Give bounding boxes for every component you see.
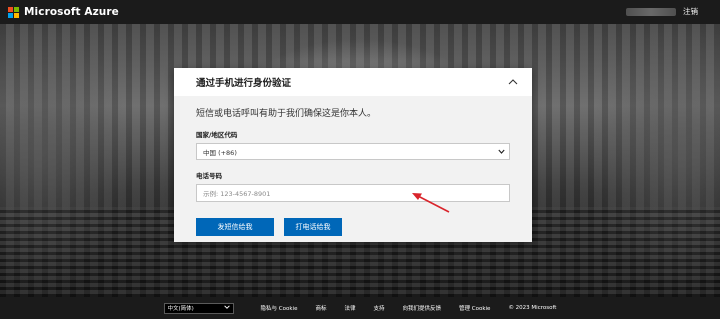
footer-link-feedback[interactable]: 向我们提供反馈 [403, 304, 442, 312]
footer-link-privacy[interactable]: 隐私与 Cookie [261, 304, 298, 312]
dialog-intro-text: 短信或电话呼叫有助于我们确保这是你本人。 [196, 109, 377, 119]
language-select[interactable]: 中文(简体) [163, 302, 234, 314]
footer-link-legal[interactable]: 法律 [344, 304, 355, 312]
microsoft-logo [8, 6, 19, 18]
country-code-select[interactable]: 中国 (+86) [196, 143, 510, 160]
chevron-up-icon[interactable] [506, 75, 520, 89]
verify-phone-dialog: 通过手机进行身份验证 短信或电话呼叫有助于我们确保这是你本人。 国家/地区代码 … [174, 68, 532, 242]
phone-number-label: 电话号码 [196, 172, 222, 180]
sign-out-link[interactable]: 注销 [683, 6, 698, 17]
copyright: © 2023 Microsoft [508, 305, 557, 311]
dialog-title: 通过手机进行身份验证 [196, 78, 292, 89]
footer-link-trademarks[interactable]: 商标 [315, 304, 326, 312]
brand-name: Microsoft Azure [24, 6, 119, 18]
call-me-button[interactable]: 打电话给我 [284, 218, 342, 236]
text-me-button[interactable]: 发短信给我 [196, 218, 274, 236]
dialog-header: 通过手机进行身份验证 [174, 68, 532, 96]
country-code-value: 中国 (+86) [203, 148, 237, 157]
chevron-down-icon [223, 305, 230, 311]
chevron-down-icon [498, 148, 505, 156]
footer: 中文(简体) 隐私与 Cookie 商标 法律 支持 向我们提供反馈 管理 Co… [0, 297, 720, 319]
country-code-label: 国家/地区代码 [196, 131, 238, 139]
phone-number-placeholder: 示例: 123-4567-8901 [203, 190, 271, 198]
user-account-blurred [626, 8, 676, 16]
footer-link-support[interactable]: 支持 [373, 304, 384, 312]
footer-link-manage-cookies[interactable]: 管理 Cookie [459, 304, 490, 312]
phone-number-input[interactable]: 示例: 123-4567-8901 [196, 184, 510, 202]
top-bar: Microsoft Azure 注销 [0, 0, 720, 24]
language-value: 中文(简体) [167, 306, 194, 312]
